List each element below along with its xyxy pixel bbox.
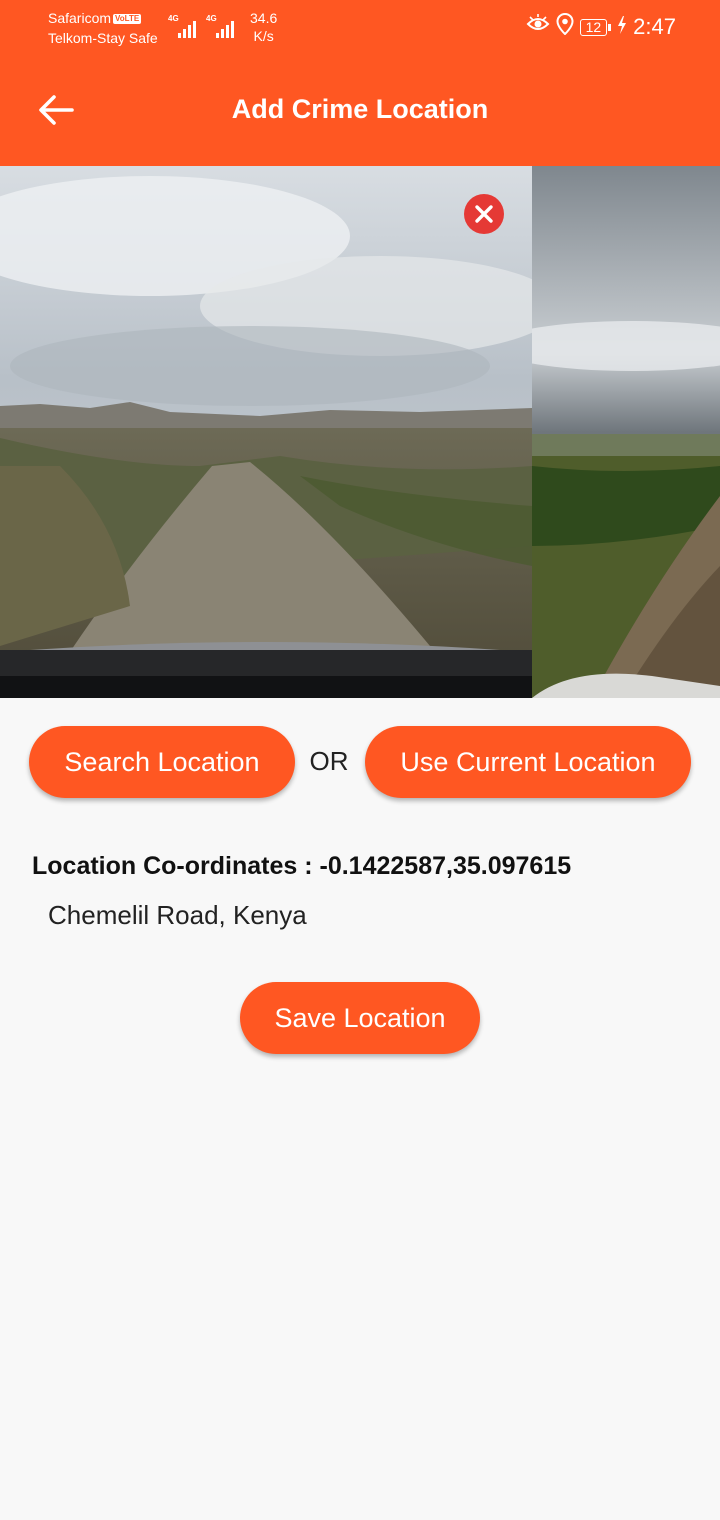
location-pin-icon bbox=[556, 12, 574, 41]
status-icons: 12 2:47 bbox=[526, 12, 676, 41]
use-current-location-button[interactable]: Use Current Location bbox=[365, 726, 691, 798]
volte-badge: VoLTE bbox=[113, 14, 142, 24]
page-title: Add Crime Location bbox=[231, 94, 489, 124]
search-location-button[interactable]: Search Location bbox=[29, 726, 295, 798]
signal-strength-icon: 4G bbox=[168, 14, 200, 38]
top-bar: Safaricom VoLTE Telkom-Stay Safe 4G 4G 34… bbox=[0, 0, 720, 166]
battery-icon: 12 bbox=[579, 18, 612, 36]
remove-photo-button[interactable] bbox=[464, 194, 504, 234]
save-location-button[interactable]: Save Location bbox=[240, 982, 480, 1054]
status-bar: Safaricom VoLTE Telkom-Stay Safe 4G 4G 34… bbox=[0, 0, 720, 58]
clock: 2:47 bbox=[633, 14, 676, 39]
carrier-1-name: Safaricom bbox=[48, 10, 112, 26]
carrier-info: Safaricom VoLTE Telkom-Stay Safe bbox=[48, 8, 158, 48]
signal-indicators: 4G 4G bbox=[168, 14, 238, 38]
road-photo[interactable] bbox=[0, 166, 532, 698]
carrier-2-name: Telkom-Stay Safe bbox=[48, 30, 158, 46]
close-icon bbox=[475, 205, 493, 223]
app-bar: Add Crime Location bbox=[0, 58, 720, 166]
charging-icon bbox=[617, 14, 627, 40]
location-address: Chemelil Road, Kenya bbox=[48, 900, 307, 930]
battery-level: 12 bbox=[579, 18, 608, 36]
network-speed-value: 34.6 bbox=[250, 10, 278, 26]
network-speed: 34.6 K/s bbox=[250, 9, 277, 45]
location-coordinates: Location Co-ordinates : -0.1422587,35.09… bbox=[32, 852, 572, 880]
photo-gallery[interactable] bbox=[0, 166, 720, 698]
field-photo[interactable] bbox=[532, 166, 720, 698]
or-separator: OR bbox=[309, 746, 349, 776]
network-speed-unit: K/s bbox=[253, 28, 274, 44]
eye-icon bbox=[526, 14, 550, 40]
signal-strength-icon: 4G bbox=[206, 14, 238, 38]
